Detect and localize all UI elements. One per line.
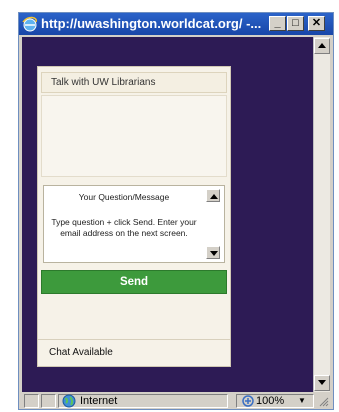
scroll-up-button[interactable] xyxy=(206,189,220,202)
maximize-button[interactable]: □ xyxy=(287,16,304,31)
window-title: http://uwashington.worldcat.org/ -... xyxy=(41,16,262,31)
zone-label: Internet xyxy=(80,395,118,407)
browser-window: http://uwashington.worldcat.org/ -... _ … xyxy=(18,12,334,410)
chevron-down-icon[interactable]: ▼ xyxy=(298,394,306,408)
close-button[interactable]: ✕ xyxy=(308,16,325,31)
title-bar[interactable]: http://uwashington.worldcat.org/ -... _ … xyxy=(19,13,333,35)
send-button[interactable]: Send xyxy=(41,270,227,294)
message-box-title: Your Question/Message xyxy=(78,192,170,202)
chat-header: Talk with UW Librarians xyxy=(41,72,227,93)
chevron-down-icon xyxy=(210,251,218,256)
page-scroll-up-button[interactable] xyxy=(314,38,330,54)
chevron-up-icon xyxy=(318,43,326,48)
message-box-hint: Type question + click Send. Enter your e… xyxy=(51,217,197,238)
zoom-level[interactable]: 100% xyxy=(256,394,284,408)
page-scrollbar[interactable] xyxy=(313,37,330,392)
resize-grip-icon[interactable] xyxy=(318,396,329,407)
page-viewport: Talk with UW Librarians Your Question/Me… xyxy=(22,37,313,392)
message-input[interactable]: Your Question/Message Type question + cl… xyxy=(43,185,225,263)
chat-transcript xyxy=(41,95,227,177)
chevron-down-icon xyxy=(318,380,326,385)
ie-icon xyxy=(22,16,37,32)
globe-icon xyxy=(62,394,76,408)
chat-status: Chat Available xyxy=(49,347,113,358)
divider xyxy=(38,339,230,340)
minimize-button[interactable]: _ xyxy=(269,16,286,31)
status-bar: Internet 100% ▼ xyxy=(22,393,330,409)
zoom-icon xyxy=(242,395,254,407)
status-cell xyxy=(24,394,39,408)
message-scrollbar[interactable] xyxy=(206,189,221,259)
page-scroll-down-button[interactable] xyxy=(314,375,330,391)
chevron-up-icon xyxy=(210,194,218,199)
chat-widget: Talk with UW Librarians Your Question/Me… xyxy=(37,66,231,367)
status-cell xyxy=(41,394,56,408)
scroll-down-button[interactable] xyxy=(206,246,220,259)
